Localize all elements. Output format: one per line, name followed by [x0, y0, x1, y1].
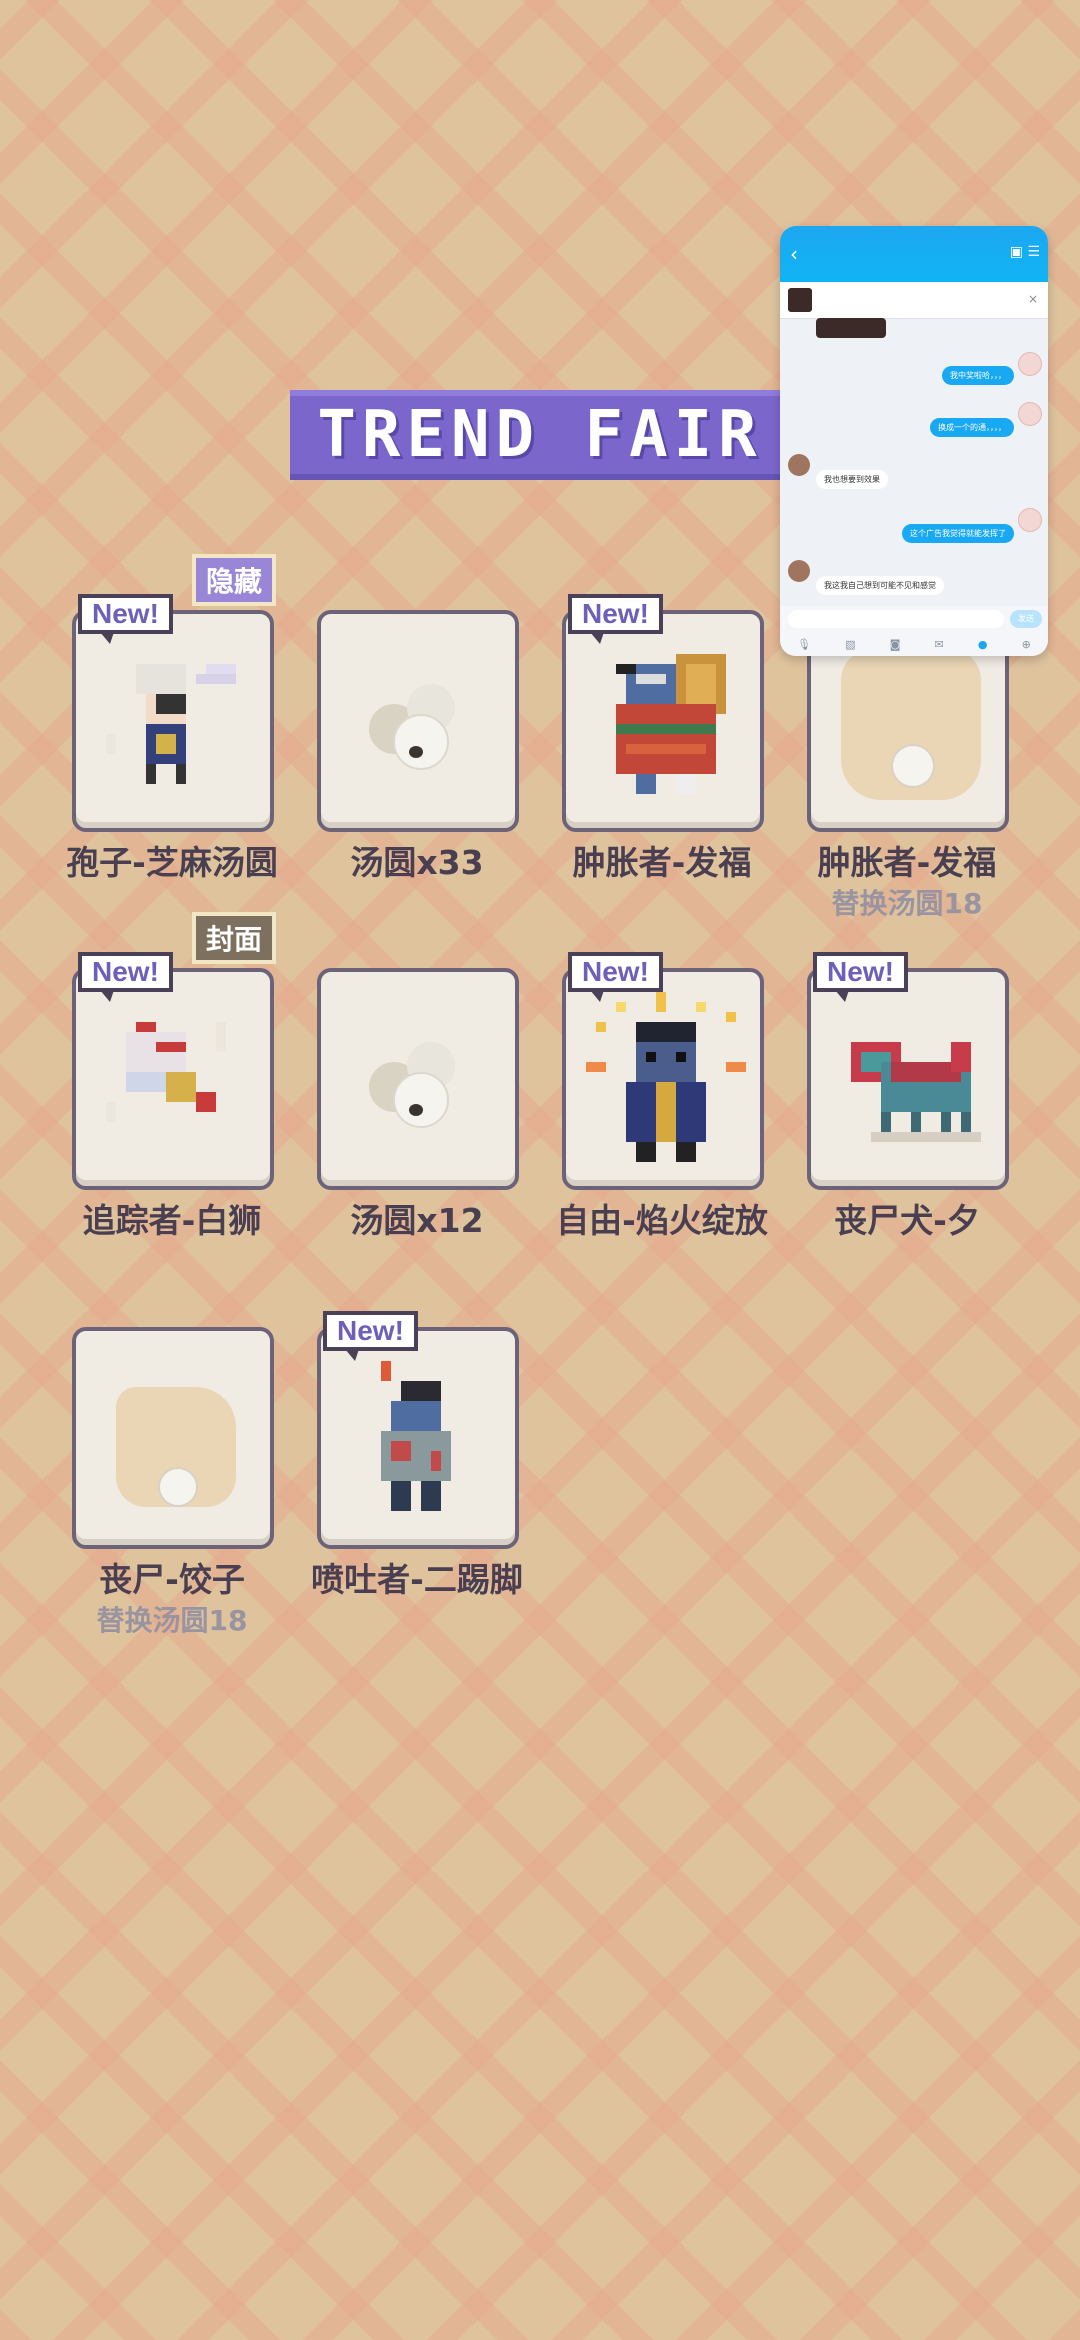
bloater-character-sprite — [616, 654, 726, 794]
spitter-character-sprite — [381, 1361, 451, 1511]
chat-input-bar[interactable]: 发送 — [780, 606, 1048, 632]
new-tag: New! — [568, 594, 663, 644]
item-name: 丧尸犬-夕 — [834, 1201, 980, 1240]
new-tag: New! — [78, 952, 173, 1002]
banner-title: TREND FAIR — [317, 398, 763, 472]
item-name: 丧尸-饺子 — [99, 1560, 245, 1599]
trend-fair-banner: TREND FAIR — [290, 390, 790, 480]
item-name: 汤圆x12 — [350, 1201, 484, 1240]
item-name: 肿胀者-发福 — [817, 843, 997, 882]
emoji-icon[interactable]: ● — [978, 638, 988, 651]
envelope-icon[interactable]: ✉ — [935, 638, 944, 651]
replace-note: 替换汤圆18 — [831, 887, 983, 920]
floating-chat-window[interactable]: ‹ ▣ ☰ × 我中奖啦哈，，， 换成一个的通，，，， 我也想要到效果 这个广告… — [780, 226, 1048, 656]
chat-message: 我也想要到效果 — [816, 470, 888, 489]
avatar[interactable] — [1018, 352, 1042, 376]
tangyuan-sprite — [369, 684, 479, 774]
new-tag: New! — [813, 952, 908, 1002]
image-message[interactable] — [816, 318, 886, 338]
close-icon[interactable]: × — [1028, 292, 1038, 306]
item-name: 肿胀者-发福 — [572, 843, 752, 882]
message-input[interactable] — [788, 610, 1004, 628]
new-tag: New! — [323, 1311, 418, 1361]
item-image — [317, 968, 519, 1190]
item-name: 孢子-芝麻汤圆 — [66, 843, 278, 882]
item-name: 追踪者-白狮 — [82, 1201, 262, 1240]
menu-icon[interactable]: ▣ ☰ — [1010, 244, 1040, 260]
zombie-dog-sprite — [851, 1042, 981, 1142]
chat-header: ‹ ▣ ☰ — [780, 226, 1048, 282]
chat-message: 我中奖啦哈，，， — [942, 366, 1014, 385]
spore-character-sprite — [106, 664, 236, 784]
avatar[interactable] — [1018, 402, 1042, 426]
item-image — [317, 610, 519, 832]
chevron-left-icon[interactable]: ‹ — [790, 242, 798, 266]
replace-note: 替换汤圆18 — [96, 1604, 248, 1637]
cover-badge: 封面 — [191, 912, 276, 964]
tangyuan-sprite — [369, 1042, 479, 1132]
hidden-badge: 隐藏 — [191, 554, 276, 606]
avatar[interactable] — [788, 560, 810, 582]
item-name: 汤圆x33 — [350, 843, 484, 882]
camera-icon[interactable]: ◙ — [890, 638, 901, 651]
tangyuan-icon — [158, 1467, 198, 1507]
item-name: 喷吐者-二踢脚 — [311, 1560, 523, 1599]
item-image — [72, 1327, 274, 1549]
firework-character-sprite — [586, 992, 746, 1162]
send-button[interactable]: 发送 — [1010, 610, 1042, 628]
chat-message: 这个广告我觉得就能发挥了 — [902, 524, 1014, 543]
new-tag: New! — [568, 952, 663, 1002]
avatar[interactable] — [788, 454, 810, 476]
avatar[interactable] — [1018, 508, 1042, 532]
image-icon[interactable]: ▧ — [845, 638, 855, 651]
item-name: 自由-焰火绽放 — [556, 1201, 768, 1240]
white-lion-character-sprite — [106, 1022, 226, 1122]
pinned-thumbnail — [788, 288, 812, 312]
chat-message: 换成一个的通，，，， — [930, 418, 1014, 437]
pinned-message[interactable]: × — [780, 282, 1048, 319]
chat-message: 我这我自己想到可能不见和感觉 — [816, 576, 944, 595]
new-tag: New! — [78, 594, 173, 644]
mic-icon[interactable]: 🎙 — [797, 638, 811, 651]
tangyuan-icon — [891, 744, 935, 788]
plus-icon[interactable]: ⊕ — [1022, 638, 1031, 651]
chat-toolbar: 🎙 ▧ ◙ ✉ ● ⊕ — [780, 632, 1048, 656]
